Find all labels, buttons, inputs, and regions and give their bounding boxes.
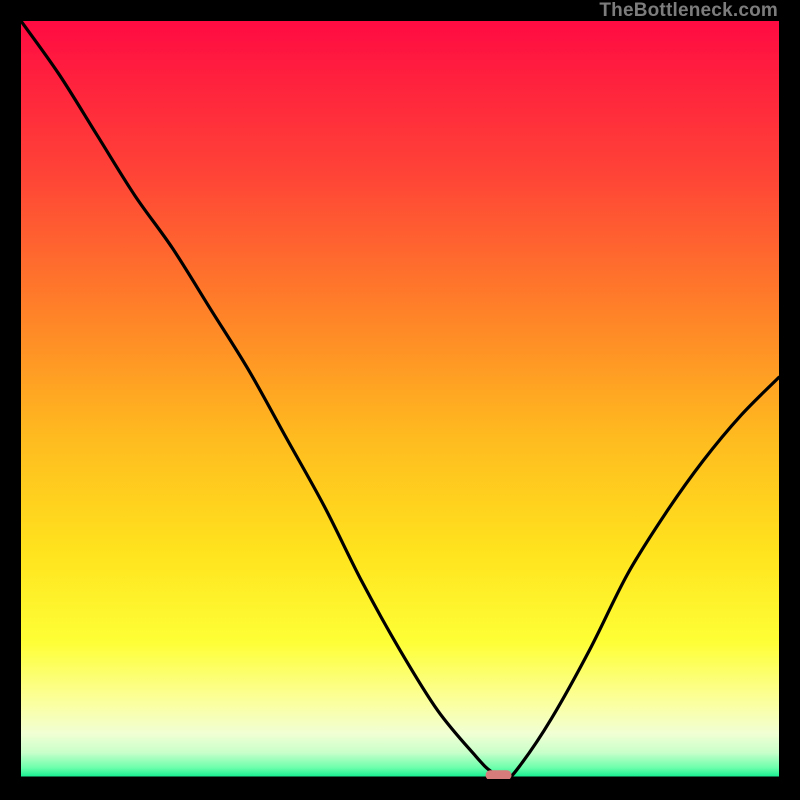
attribution-label: TheBottleneck.com [599,0,778,22]
optimum-marker [486,770,512,779]
chart-frame [21,21,779,779]
gradient-background [21,21,779,779]
bottleneck-chart [21,21,779,779]
